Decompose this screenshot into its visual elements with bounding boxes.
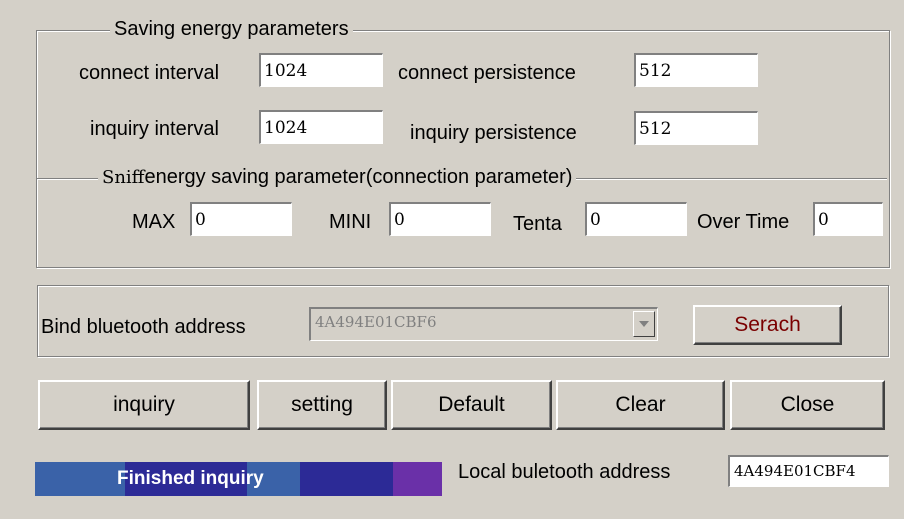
sniff-group-title: Sniffenergy saving parameter(connection … — [98, 166, 577, 189]
sniff-tenta-label: Tenta — [513, 213, 562, 235]
inquiry-button[interactable]: inquiry — [38, 380, 250, 430]
inquiry-persistence-label: inquiry persistence — [410, 122, 577, 144]
clear-button[interactable]: Clear — [556, 380, 725, 430]
bind-address-dropdown[interactable]: 4A494E01CBF6 — [309, 307, 658, 341]
inquiry-persistence-field[interactable] — [634, 111, 758, 145]
sniff-over-time-field[interactable] — [813, 202, 883, 236]
bind-address-value: 4A494E01CBF6 — [315, 313, 437, 331]
sniff-over-time-label: Over Time — [697, 211, 790, 233]
chevron-down-icon[interactable] — [633, 311, 655, 337]
progress-status-text: Finished inquiry — [117, 468, 264, 489]
search-button[interactable]: Serach — [693, 305, 842, 345]
inquiry-interval-field[interactable] — [259, 110, 383, 144]
connect-persistence-field[interactable] — [634, 53, 758, 87]
setting-button[interactable]: setting — [257, 380, 387, 430]
sniff-title-rest: energy saving parameter(connection param… — [144, 166, 573, 188]
connect-interval-label: connect interval — [79, 62, 220, 84]
sniff-max-field[interactable] — [190, 202, 292, 236]
inquiry-interval-label: inquiry interval — [90, 118, 219, 140]
inquiry-progress-bar: Finished inquiry — [35, 462, 442, 496]
sniff-title-prefix: Sniff — [102, 167, 145, 188]
connect-interval-field[interactable] — [259, 53, 383, 87]
default-button[interactable]: Default — [391, 380, 552, 430]
sniff-mini-label: MINI — [329, 211, 372, 233]
bind-address-label: Bind bluetooth address — [41, 316, 246, 338]
close-button[interactable]: Close — [730, 380, 885, 430]
connect-persistence-label: connect persistence — [398, 62, 576, 84]
sniff-mini-field[interactable] — [389, 202, 491, 236]
sniff-tenta-field[interactable] — [585, 202, 687, 236]
energy-group-title: Saving energy parameters — [110, 18, 353, 40]
sniff-max-label: MAX — [132, 211, 176, 233]
local-address-value: 4A494E01CBF4 — [728, 455, 889, 487]
local-address-label: Local buletooth address — [458, 461, 671, 483]
